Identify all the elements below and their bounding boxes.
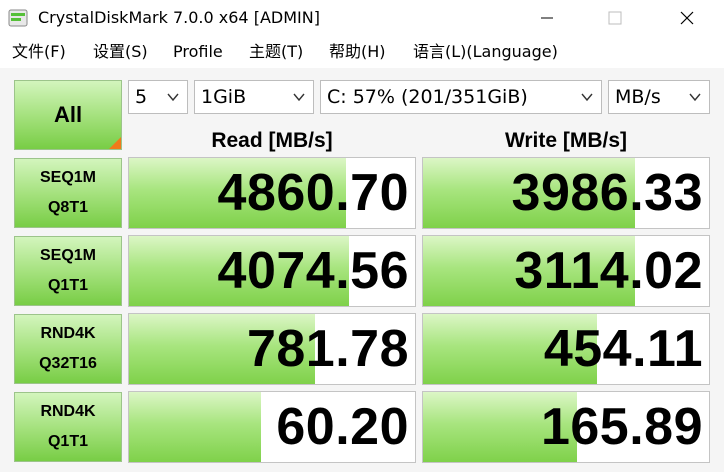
test-size-select[interactable]: 1GiB xyxy=(194,80,314,114)
test-count-select[interactable]: 5 xyxy=(128,80,188,114)
test-button-seq1m-q8t1[interactable]: SEQ1M Q8T1 xyxy=(14,158,122,228)
test-button-rnd4k-q1t1[interactable]: RND4K Q1T1 xyxy=(14,392,122,462)
read-value: 60.20 xyxy=(276,398,409,456)
test-button-line1: RND4K xyxy=(40,325,96,342)
chevron-down-icon xyxy=(689,93,701,102)
read-value: 781.78 xyxy=(246,320,409,378)
read-result-seq1m-q1t1: 4074.56 xyxy=(128,235,416,307)
close-icon xyxy=(680,11,694,25)
title-bar: CrystalDiskMark 7.0.0 x64 [ADMIN] xyxy=(0,0,724,36)
test-size-value: 1GiB xyxy=(201,86,247,108)
minimize-button[interactable] xyxy=(524,0,570,36)
write-value: 3986.33 xyxy=(511,164,703,222)
write-value: 165.89 xyxy=(540,398,703,456)
read-result-seq1m-q8t1: 4860.70 xyxy=(128,157,416,229)
menu-profile[interactable]: Profile xyxy=(173,42,223,62)
minimize-icon xyxy=(541,17,553,19)
write-result-seq1m-q1t1: 3114.02 xyxy=(422,235,710,307)
chevron-down-icon xyxy=(581,93,593,102)
unit-select[interactable]: MB/s xyxy=(608,80,710,114)
write-value: 3114.02 xyxy=(514,242,703,300)
drive-select[interactable]: C: 57% (201/351GiB) xyxy=(320,80,602,114)
read-value: 4074.56 xyxy=(217,242,409,300)
all-button[interactable]: All xyxy=(14,80,122,150)
all-button-label: All xyxy=(53,102,83,127)
test-button-line2: Q1T1 xyxy=(47,277,88,294)
read-result-rnd4k-q32t16: 781.78 xyxy=(128,313,416,385)
test-button-line2: Q1T1 xyxy=(47,433,88,450)
crystaldiskmark-app-icon xyxy=(8,9,28,27)
menu-bar: 文件(F) 设置(S) Profile 主题(T) 帮助(H) 语言(L)(La… xyxy=(0,36,724,68)
read-value: 4860.70 xyxy=(217,164,409,222)
test-button-line2: Q32T16 xyxy=(39,355,97,372)
write-result-seq1m-q8t1: 3986.33 xyxy=(422,157,710,229)
test-button-line1: RND4K xyxy=(40,403,96,420)
test-count-value: 5 xyxy=(135,86,148,108)
menu-help[interactable]: 帮助(H) xyxy=(329,42,386,62)
menu-file[interactable]: 文件(F) xyxy=(12,42,66,62)
read-result-rnd4k-q1t1: 60.20 xyxy=(128,391,416,463)
menu-theme[interactable]: 主题(T) xyxy=(249,42,303,62)
read-header: Read [MB/s] xyxy=(211,129,333,152)
test-button-seq1m-q1t1[interactable]: SEQ1M Q1T1 xyxy=(14,236,122,306)
write-result-rnd4k-q32t16: 454.11 xyxy=(422,313,710,385)
write-value: 454.11 xyxy=(543,320,703,378)
maximize-icon xyxy=(608,11,622,25)
chevron-down-icon xyxy=(167,93,179,102)
read-bar xyxy=(129,392,261,462)
drive-value: C: 57% (201/351GiB) xyxy=(327,86,528,108)
menu-settings[interactable]: 设置(S) xyxy=(93,42,148,62)
test-button-line2: Q8T1 xyxy=(47,199,88,216)
menu-language[interactable]: 语言(L)(Language) xyxy=(413,42,558,62)
all-corner-marker xyxy=(109,137,121,149)
close-button[interactable] xyxy=(664,0,710,36)
window-title: CrystalDiskMark 7.0.0 x64 [ADMIN] xyxy=(38,8,320,27)
chevron-down-icon xyxy=(293,93,305,102)
write-header: Write [MB/s] xyxy=(504,129,628,152)
test-button-line1: SEQ1M xyxy=(39,247,96,264)
unit-value: MB/s xyxy=(615,86,661,108)
write-result-rnd4k-q1t1: 165.89 xyxy=(422,391,710,463)
test-button-line1: SEQ1M xyxy=(39,169,96,186)
test-button-rnd4k-q32t16[interactable]: RND4K Q32T16 xyxy=(14,314,122,384)
maximize-button[interactable] xyxy=(592,0,638,36)
